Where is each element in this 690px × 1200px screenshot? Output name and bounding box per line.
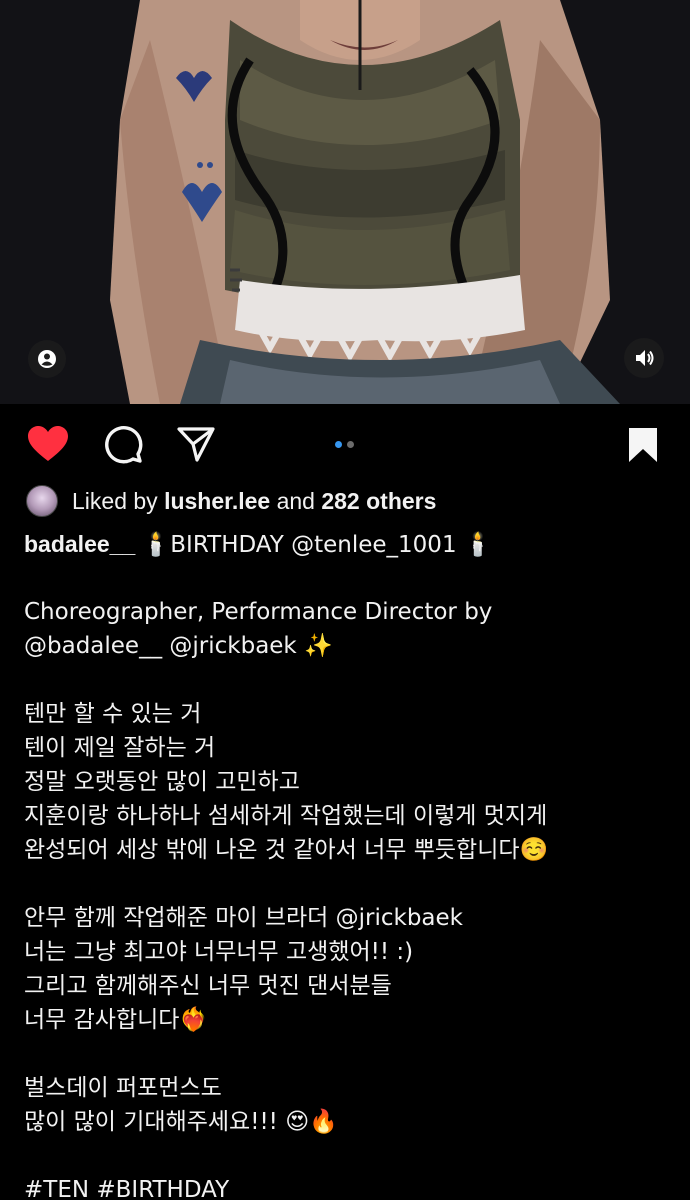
sound-toggle-button[interactable] [624,338,664,378]
caption-line: 벌스데이 퍼포먼스도 [24,1075,222,1101]
caption-body: Choreographer, Performance Director by @b… [24,561,674,1200]
likes-prefix: Liked by [72,487,158,514]
liker-avatar[interactable] [26,485,58,517]
caption-line: Choreographer, Performance Director by [24,599,493,625]
comment-bubble-icon [105,426,143,464]
carousel-dot-active [335,441,342,448]
caption-line: 지훈이랑 하나하나 섬세하게 작업했는데 이렇게 멋지게 [24,803,548,829]
likes-text: Liked by lusher.lee and 282 others [72,488,436,515]
caption-line: @badalee__ @jrickbaek ✨ [24,633,333,659]
caption-text: 🕯️BIRTHDAY @tenlee_1001 🕯️ [141,532,493,558]
caption-first-line: badalee__ 🕯️BIRTHDAY @tenlee_1001 🕯️ [24,527,674,561]
caption-line: #TEN #BIRTHDAY [24,1177,230,1200]
likes-others[interactable]: 282 others [321,488,436,514]
caption-line: 텐이 제일 잘하는 거 [24,735,216,761]
liker-username[interactable]: lusher.lee [164,488,270,514]
caption-line: 완성되어 세상 밖에 나온 것 같아서 너무 뿌듯합니다☺️ [24,837,549,863]
comment-button[interactable] [102,424,144,464]
share-button[interactable] [176,424,216,464]
caption-line: 너무 감사합니다❤️‍🔥 [24,1007,209,1033]
post-media[interactable] [0,0,690,404]
caption-line: 많이 많이 기대해주세요!!! 😍🔥 [24,1109,338,1135]
caption-username[interactable]: badalee__ [24,531,135,557]
like-button[interactable] [26,424,70,464]
paper-plane-icon [177,427,215,462]
likes-joiner: and [276,487,315,514]
carousel-dot [347,441,354,448]
post-action-bar [0,404,690,480]
caption-line: 텐만 할 수 있는 거 [24,701,202,727]
post-caption: badalee__ 🕯️BIRTHDAY @tenlee_1001 🕯️ Cho… [24,527,674,1200]
bookmark-filled-icon [629,428,657,462]
heart-filled-icon [28,426,68,461]
caption-line: 그리고 함께해주신 너무 멋진 댄서분들 [24,973,392,999]
caption-line: 정말 오랫동안 많이 고민하고 [24,769,300,795]
save-button[interactable] [624,424,662,466]
post-photo [0,0,690,404]
caption-line: 안무 함께 작업해준 마이 브라더 @jrickbaek [24,905,463,931]
carousel-indicator [335,441,354,448]
tag-people-button[interactable] [28,340,66,378]
speaker-icon [636,350,654,366]
caption-line: 너는 그냥 최고야 너무너무 고생했어!! :) [24,939,414,965]
likes-summary[interactable]: Liked by lusher.lee and 282 others [26,484,436,518]
user-tag-icon [38,350,56,368]
